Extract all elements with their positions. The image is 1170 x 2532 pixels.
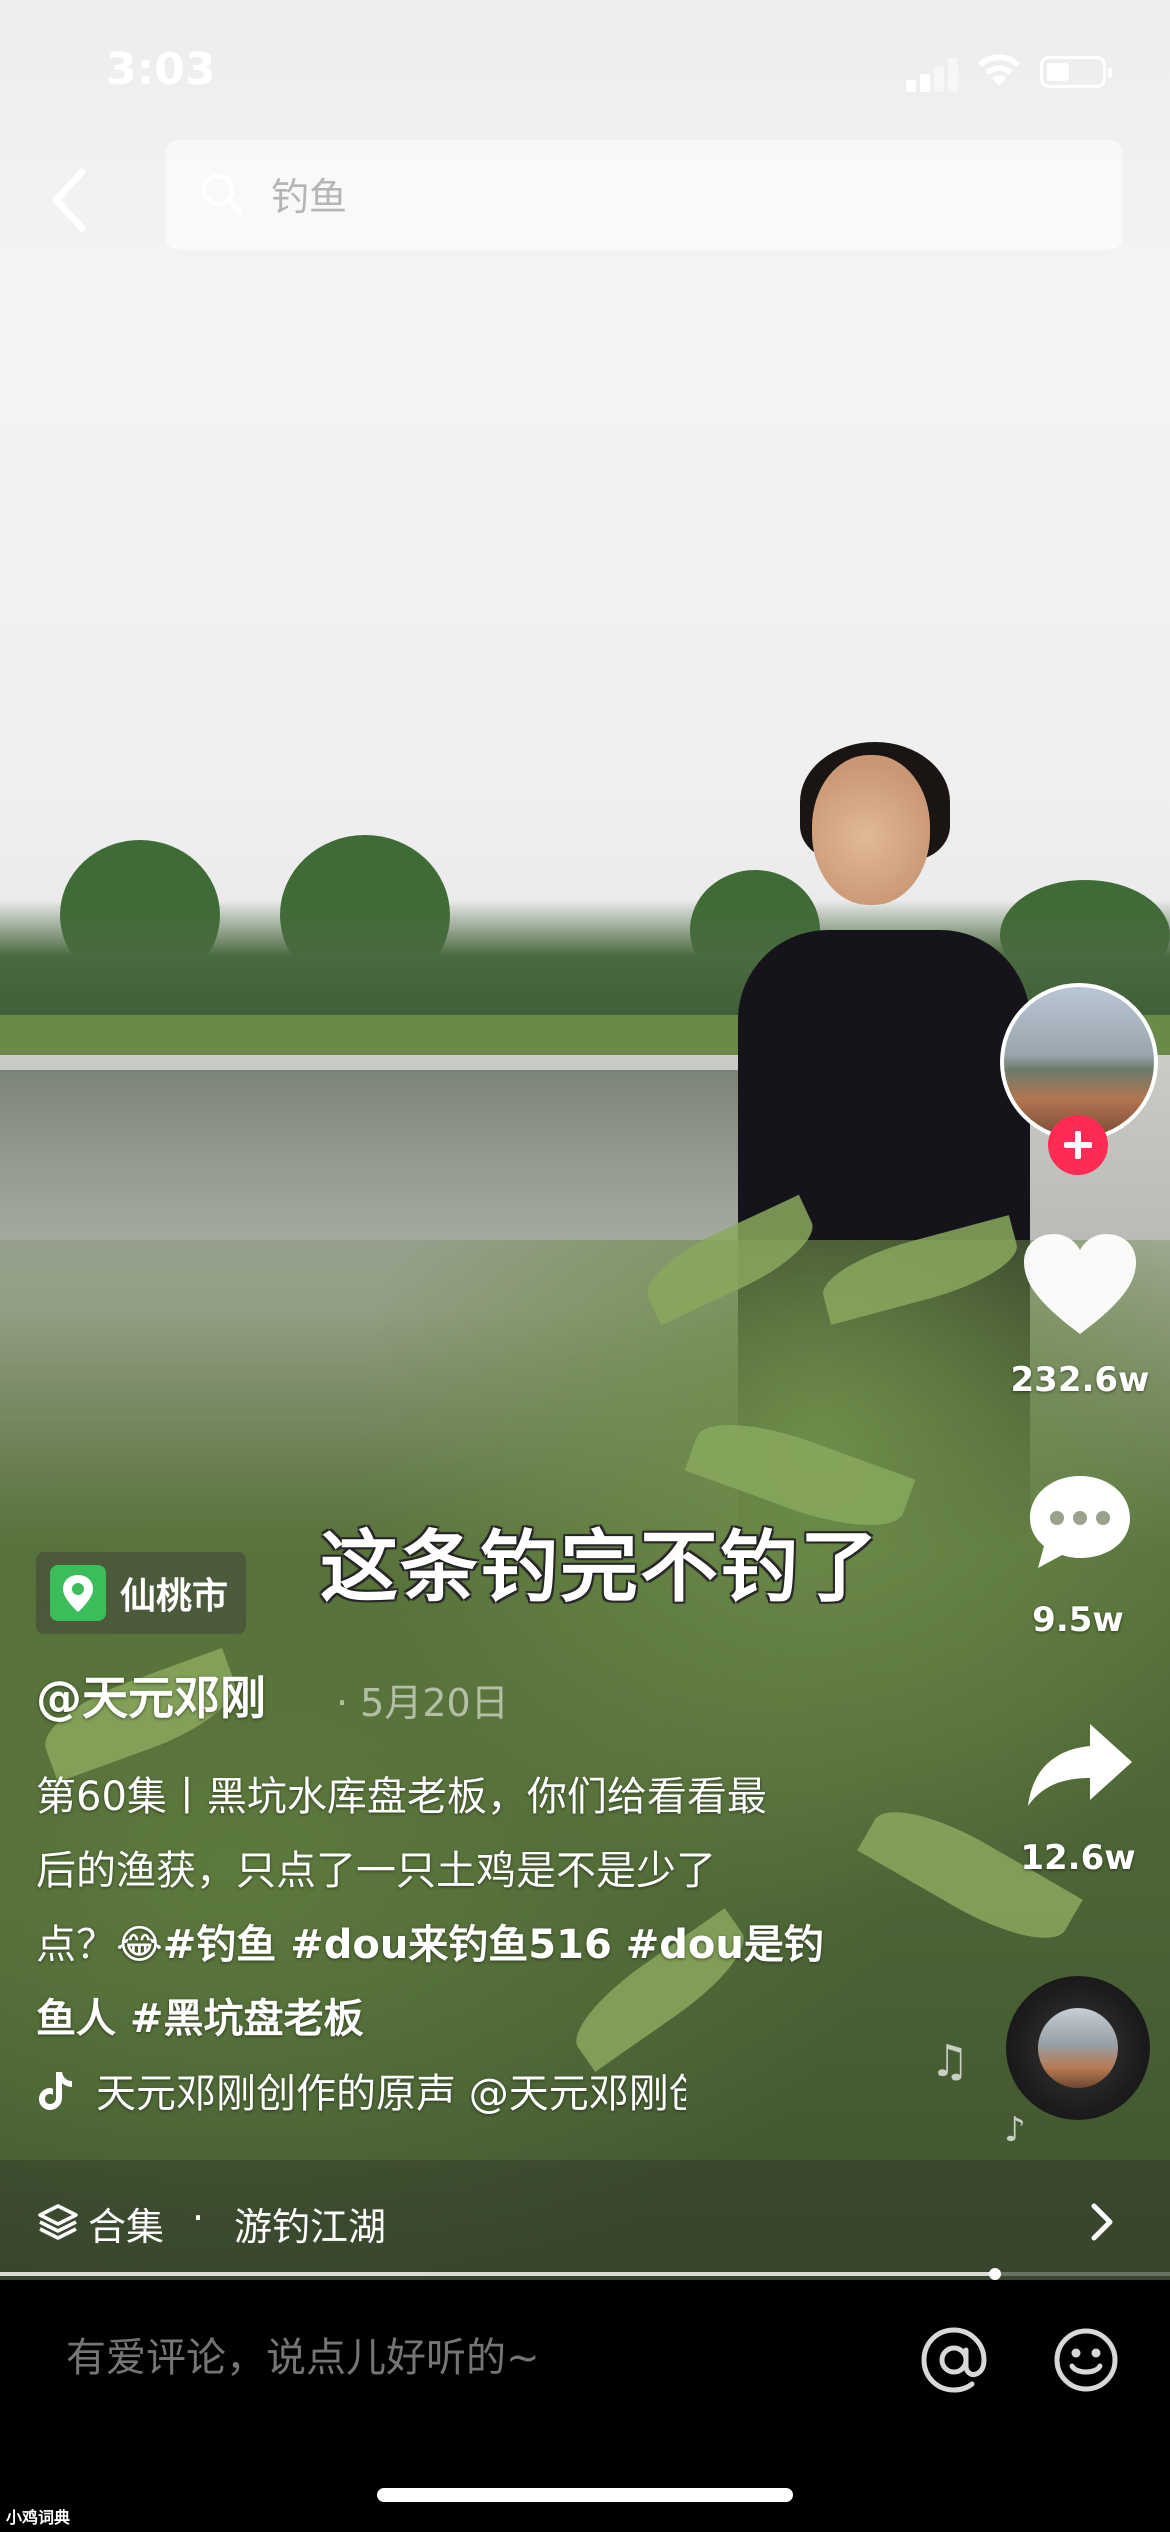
chevron-right-icon — [1091, 2203, 1113, 2241]
at-mention-icon[interactable] — [918, 2324, 990, 2396]
progress-fill — [0, 2272, 995, 2276]
wifi-icon — [978, 54, 1020, 86]
search-query: 钓鱼 — [271, 175, 348, 219]
location-label: 仙桃市 — [120, 1576, 229, 1617]
music-disc-icon[interactable] — [1006, 1976, 1150, 2120]
post-date: · 5月20日 — [336, 1681, 509, 1725]
hashtags[interactable]: #钓鱼 #dou来钓鱼516 #dou是钓 — [163, 1922, 824, 1968]
description-line: 鱼人 #黑坑盘老板 — [36, 1982, 866, 2056]
like-count: 232.6w — [1010, 1360, 1150, 1400]
share-count: 12.6w — [1020, 1838, 1136, 1878]
hashtags[interactable]: 鱼人 #黑坑盘老板 — [36, 1996, 363, 2042]
music-row[interactable]: 天元邓刚创作的原声 @天元邓刚创作的原声 — [36, 2060, 686, 2120]
description-line: 点？😂#钓鱼 #dou来钓鱼516 #dou是钓 — [36, 1908, 866, 1982]
collection-name: 游钓江湖 — [234, 2205, 387, 2249]
search-bar[interactable]: 钓鱼 — [166, 140, 1122, 250]
music-title: 天元邓刚创作的原声 @天元邓刚创作的原声 — [96, 2071, 686, 2117]
progress-handle[interactable] — [988, 2268, 1001, 2280]
comment-count: 9.5w — [1032, 1600, 1124, 1640]
author-name[interactable]: @天元邓刚 — [36, 1662, 266, 1728]
heart-icon[interactable] — [1020, 1230, 1140, 1340]
location-chip[interactable]: 仙桃市 — [36, 1552, 247, 1634]
layers-icon — [38, 2204, 78, 2240]
watermark: 小鸡词典 — [6, 2508, 71, 2527]
description-line: 后的渔获，只点了一只土鸡是不是少了 — [36, 1848, 716, 1894]
floating-note-icon: ♫ — [930, 2036, 970, 2087]
tiktok-note-icon — [39, 2072, 72, 2110]
collection-bar[interactable]: 合集 · 游钓江湖 — [0, 2160, 1170, 2280]
comment-input[interactable] — [66, 2335, 866, 2381]
emoji-icon[interactable] — [1052, 2326, 1120, 2394]
back-arrow-icon[interactable] — [40, 160, 100, 240]
search-icon — [201, 173, 244, 216]
video-progress-bar[interactable] — [0, 2268, 1170, 2280]
comment-icon[interactable] — [1024, 1470, 1136, 1574]
description-line: 第60集丨黑坑水库盘老板，你们给看看最 — [36, 1774, 767, 1820]
status-time: 3:03 — [106, 44, 216, 95]
laughing-emoji: 😂 — [116, 1922, 163, 1968]
floating-note-icon: ♪ — [1004, 2110, 1026, 2150]
cellular-signal-icon — [906, 58, 958, 92]
collection-separator: · — [192, 2196, 205, 2240]
home-indicator[interactable] — [377, 2488, 793, 2502]
status-bar: 3:03 — [0, 0, 1170, 140]
follow-plus-icon[interactable] — [1048, 1115, 1108, 1175]
description-text: 点？ — [36, 1922, 116, 1968]
location-pin-icon — [50, 1565, 106, 1621]
video-description: 第60集丨黑坑水库盘老板，你们给看看最 后的渔获，只点了一只土鸡是不是少了 点？… — [36, 1760, 866, 2056]
video-subtitle: 这条钓完不钓了 — [320, 1523, 881, 1613]
battery-icon — [1040, 56, 1112, 88]
person-face — [812, 755, 930, 905]
collection-label: 合集 — [88, 2205, 165, 2249]
share-icon[interactable] — [1024, 1720, 1136, 1810]
